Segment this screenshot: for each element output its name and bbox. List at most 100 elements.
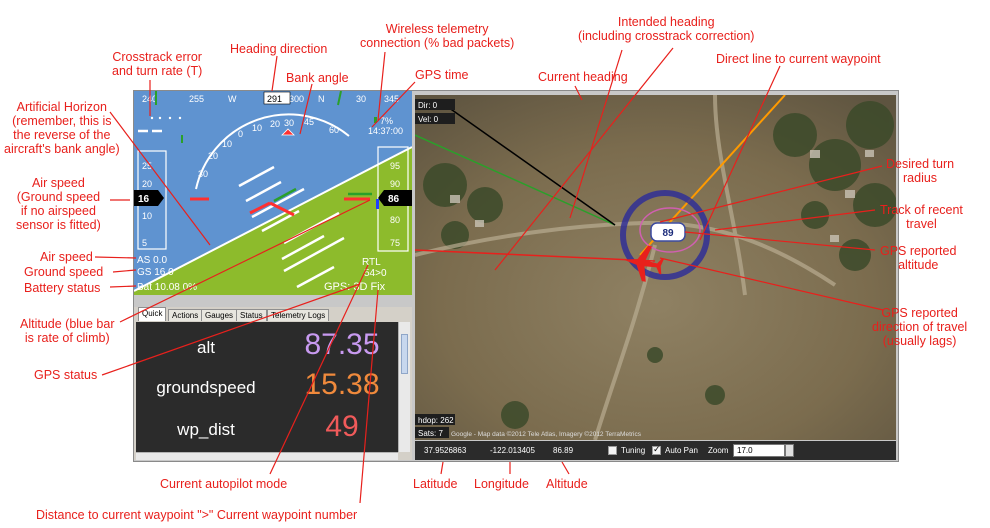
quick-view: alt 87.35 groundspeed 15.38 wp_dist 49	[136, 322, 398, 452]
annotation-latitude: Latitude	[413, 477, 458, 491]
annotation-altitude-map: Altitude	[546, 477, 588, 491]
airspeed-tick: 5	[142, 238, 147, 248]
bank-label: 30	[284, 118, 294, 128]
annotation-crosstrack: Crosstrack error and turn rate (T)	[112, 50, 202, 78]
bank-label: 45	[304, 117, 314, 127]
tab-quick[interactable]: Quick	[138, 307, 167, 321]
horizontal-scrollbar[interactable]	[136, 452, 398, 460]
artificial-horizon-hud: 30 20 10 0 10 20 30 45 60 240 255 W 300 …	[134, 91, 412, 295]
bank-label: 60	[329, 125, 339, 135]
bank-label: 10	[222, 139, 232, 149]
annotation-longitude: Longitude	[474, 477, 529, 491]
bank-label: 0	[238, 129, 243, 139]
map-sats-readout: Sats: 7	[418, 429, 443, 438]
quick-label: groundspeed	[156, 378, 256, 397]
annotation-heading-direction: Heading direction	[230, 42, 328, 56]
quick-value: 87.35	[304, 328, 380, 361]
annotation-intended-heading: Intended heading (including crosstrack c…	[578, 15, 755, 43]
telemetry-percent: 7%	[380, 116, 393, 126]
airspeed-tick: 25	[142, 161, 152, 171]
tuning-label: Tuning	[621, 446, 646, 455]
annotation-gps-altitude: GPS reported altitude	[880, 244, 957, 272]
altitude-tick: 75	[390, 238, 400, 248]
annotation-air-speed-ground: Air speed (Ground speed if no airspeed s…	[16, 176, 101, 232]
vertical-scrollbar[interactable]	[398, 322, 410, 452]
altitude-tick: 95	[390, 161, 400, 171]
annotation-desired-turn: Desired turn radius	[886, 157, 955, 185]
annotation-current-heading: Current heading	[538, 70, 628, 84]
heading-tick: 300	[289, 94, 304, 104]
quick-row-alt: alt 87.35	[136, 327, 398, 367]
battery-readout: Bat 10.08 0%	[137, 282, 197, 293]
zoom-input[interactable]: 17.0	[733, 444, 785, 457]
bank-label: 20	[208, 151, 218, 161]
tab-status[interactable]: Status	[236, 309, 267, 321]
map-status-bar: 37.9526863 -122.013405 86.89 Tuning Auto…	[415, 441, 896, 460]
checkbox-box[interactable]	[608, 446, 617, 455]
quick-label: alt	[197, 338, 215, 357]
data-tabs-panel: Quick Actions Gauges Status Telemetry Lo…	[134, 307, 412, 460]
bank-label: 20	[270, 119, 280, 129]
annotation-wireless: Wireless telemetry connection (% bad pac…	[360, 22, 515, 50]
altitude-value: 86	[388, 194, 400, 205]
longitude-value: -122.013405	[490, 446, 535, 455]
heading-tick: 30	[356, 94, 366, 104]
annotation-direct-line: Direct line to current waypoint	[716, 52, 881, 66]
altitude-tick: 80	[390, 215, 400, 225]
tab-actions[interactable]: Actions	[168, 309, 203, 321]
quick-row-groundspeed: groundspeed 15.38	[136, 367, 398, 407]
annotation-bank-angle: Bank angle	[286, 71, 349, 85]
tab-telemetry-logs[interactable]: Telemetry Logs	[267, 309, 330, 321]
heading-tick: 345	[384, 94, 399, 104]
heading-value: 291	[267, 94, 282, 104]
quick-row-wp-dist: wp_dist 49	[136, 409, 398, 449]
annotation-ground-speed: Ground speed	[24, 265, 104, 279]
heading-tick: 240	[142, 94, 157, 104]
altitude-tick: 90	[390, 179, 400, 189]
airspeed-tick: 20	[142, 179, 152, 189]
airspeed-tick: 10	[142, 211, 152, 221]
bank-label: 30	[198, 169, 208, 179]
annotation-air-speed: Air speed	[40, 250, 93, 264]
bank-label: 10	[252, 123, 262, 133]
annotation-track-recent: Track of recent travel	[880, 203, 963, 231]
tuning-checkbox[interactable]: Tuning	[608, 446, 645, 455]
gps-time: 14:37:00	[368, 126, 403, 136]
quick-label: wp_dist	[177, 420, 235, 439]
heading-tick: N	[318, 94, 325, 104]
annotation-altitude: Altitude (blue bar is rate of climb)	[20, 317, 115, 345]
heading-tick: 255	[189, 94, 204, 104]
map-hdop-readout: hdop: 262	[418, 416, 454, 425]
annotation-text: Crosstrack error and turn rate (T)	[112, 50, 203, 78]
gps-status: GPS: 3D Fix	[324, 281, 386, 293]
altitude-value: 86.89	[553, 446, 574, 455]
quick-value: 49	[325, 410, 359, 443]
zoom-label: Zoom	[708, 446, 729, 455]
airspeed-value: 16	[138, 194, 150, 205]
annotation-gps-time: GPS time	[415, 68, 469, 82]
annotation-artificial-horizon: Artificial Horizon (remember, this is th…	[4, 100, 120, 156]
tab-gauges[interactable]: Gauges	[201, 309, 238, 321]
annotation-gps-direction: GPS reported direction of travel (usuall…	[872, 306, 968, 348]
checkbox-box[interactable]	[652, 444, 661, 455]
auto-pan-checkbox[interactable]: Auto Pan	[652, 444, 698, 455]
air-speed-readout: AS 0.0	[137, 255, 167, 266]
map-copyright: Google - Map data ©2012 Tele Atlas, Imag…	[451, 430, 642, 438]
map-view[interactable]: 89 Dir: 0 Vel: 0 hdop: 262 Sats: 7 Googl…	[415, 95, 896, 440]
annotation-gps-status: GPS status	[34, 368, 98, 382]
gps-altitude-marker: 89	[662, 228, 674, 239]
waypoint-info: 54>0	[364, 268, 387, 279]
quick-value: 15.38	[304, 368, 380, 401]
zoom-spinner[interactable]	[785, 444, 794, 457]
annotation-battery: Battery status	[24, 281, 101, 295]
ground-speed-readout: GS 16.0	[137, 267, 174, 278]
flight-mode: RTL	[362, 257, 381, 268]
auto-pan-label: Auto Pan	[665, 446, 698, 455]
map-vel-readout: Vel: 0	[418, 115, 439, 124]
map-dir-readout: Dir: 0	[418, 101, 438, 110]
heading-tick: W	[228, 94, 237, 104]
annotation-distance-waypoint: Distance to current waypoint ">" Current…	[36, 508, 358, 522]
latitude-value: 37.9526863	[424, 446, 467, 455]
annotation-current-mode: Current autopilot mode	[160, 477, 288, 491]
scrollbar-thumb[interactable]	[401, 334, 408, 374]
